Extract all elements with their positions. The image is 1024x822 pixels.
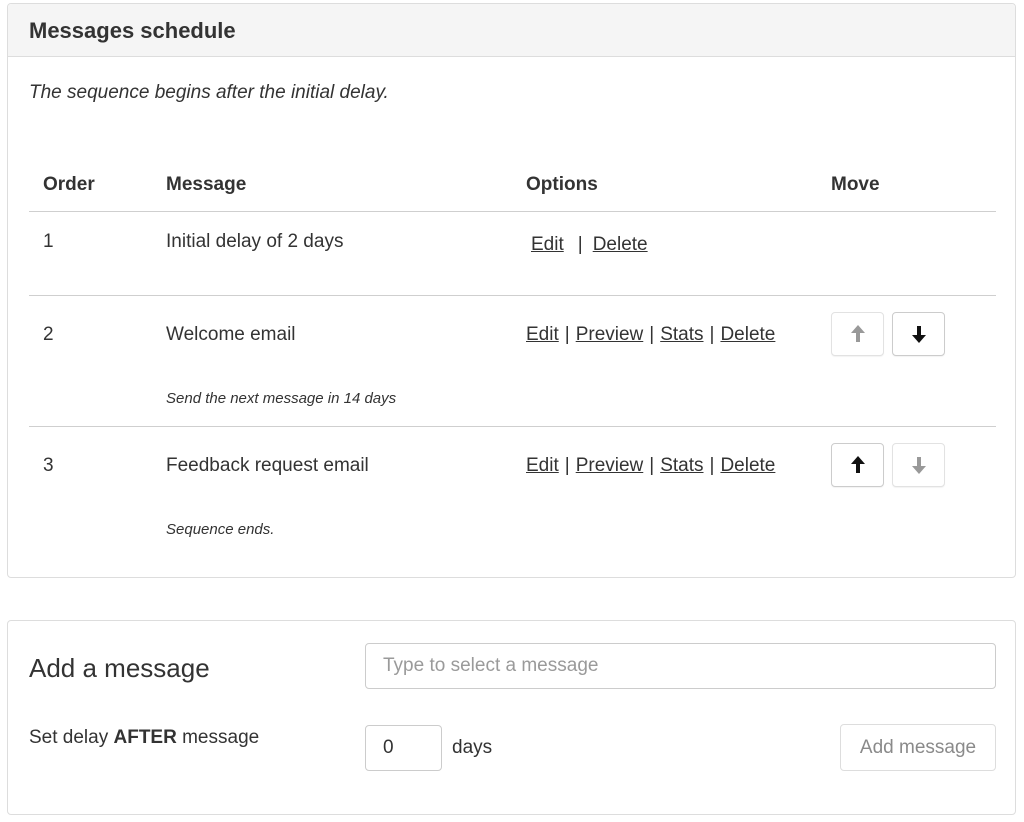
row-delay-note: Send the next message in 14 days (166, 390, 397, 407)
move-up-button[interactable] (831, 312, 884, 356)
delay-label-prefix: Set delay (29, 727, 114, 748)
row-order: 1 (43, 231, 54, 252)
edit-link[interactable]: Edit (531, 234, 564, 255)
delete-link[interactable]: Delete (593, 234, 648, 255)
delay-label: Set delay AFTER message (29, 727, 259, 749)
messages-schedule-panel: Messages schedule The sequence begins af… (7, 3, 1016, 578)
option-separator: | (709, 455, 715, 476)
delay-label-emphasis: AFTER (113, 727, 177, 748)
arrow-up-icon (850, 325, 865, 342)
stats-link[interactable]: Stats (660, 324, 703, 345)
edit-link[interactable]: Edit (526, 324, 559, 345)
option-separator: | (709, 324, 715, 345)
panel-heading: Messages schedule (8, 4, 1015, 57)
preview-link[interactable]: Preview (576, 455, 644, 476)
row-delay-note: Sequence ends. (166, 521, 275, 538)
arrow-down-icon (911, 326, 926, 343)
row-message-name: Initial delay of 2 days (166, 231, 344, 252)
option-separator: | (577, 234, 583, 255)
stats-link[interactable]: Stats (660, 455, 703, 476)
add-message-panel: Add a message Set delay AFTER message da… (7, 620, 1016, 815)
delay-days-input[interactable] (365, 725, 442, 771)
delete-link[interactable]: Delete (720, 324, 775, 345)
add-message-title: Add a message (29, 653, 210, 683)
table-row: 2 Welcome email Send the next message in… (29, 295, 996, 427)
edit-link[interactable]: Edit (526, 455, 559, 476)
option-separator: | (649, 324, 655, 345)
row-message-name: Welcome email (166, 324, 296, 345)
preview-link[interactable]: Preview (576, 324, 644, 345)
column-header-options: Options (526, 159, 831, 212)
option-separator: | (649, 455, 655, 476)
column-header-message: Message (166, 159, 526, 212)
row-options: Edit | Preview | Stats | Delete (526, 455, 775, 477)
row-order: 2 (43, 324, 54, 345)
option-separator: | (564, 455, 570, 476)
column-header-order: Order (29, 159, 166, 212)
delete-link[interactable]: Delete (720, 455, 775, 476)
add-message-button[interactable]: Add message (840, 724, 996, 771)
table-header-row: Order Message Options Move (29, 159, 996, 212)
row-options: Edit | Preview | Stats | Delete (526, 324, 775, 346)
table-row: 1 Initial delay of 2 days Edit | Delete (29, 211, 996, 296)
delay-label-suffix: message (176, 727, 260, 748)
table-row: 3 Feedback request email Sequence ends. … (29, 427, 996, 567)
move-up-button[interactable] (831, 443, 884, 487)
row-order: 3 (43, 455, 54, 476)
option-separator: | (564, 324, 570, 345)
message-select-input[interactable] (365, 643, 996, 689)
arrow-up-icon (850, 456, 865, 473)
sequence-description: The sequence begins after the initial de… (29, 82, 389, 103)
column-header-move: Move (831, 159, 996, 212)
row-message-name: Feedback request email (166, 455, 369, 476)
delay-unit-label: days (452, 737, 493, 758)
move-down-button[interactable] (892, 312, 945, 356)
row-options: Edit | Delete (531, 234, 648, 256)
arrow-down-icon (911, 457, 926, 474)
sequence-table: Order Message Options Move 1 Initial del… (29, 159, 996, 567)
move-down-button[interactable] (892, 443, 945, 487)
